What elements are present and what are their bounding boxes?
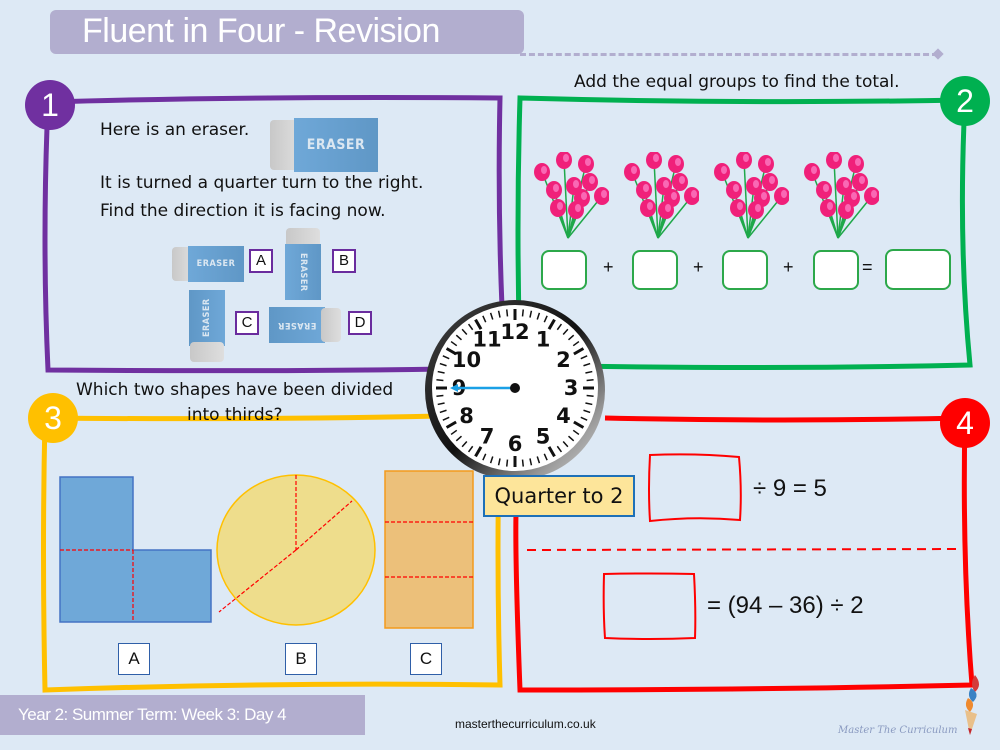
q4-answer-box-1[interactable] — [645, 450, 745, 525]
q3-prompt-line1: Which two shapes have been divided — [76, 380, 394, 400]
q4-equation-2: = (94 – 36) ÷ 2 — [707, 592, 864, 619]
q2-answer-box-4[interactable] — [813, 250, 859, 290]
clock-numeral: 6 — [508, 432, 523, 456]
clock-tick — [586, 394, 594, 398]
clock-tick — [521, 309, 525, 317]
question-3-badge: 3 — [28, 393, 78, 443]
flower-bouquet-icon — [624, 152, 699, 239]
time-label: Quarter to 2 — [483, 475, 635, 517]
q2-answer-box-1[interactable] — [541, 250, 587, 290]
clock-tick — [521, 459, 525, 467]
q2-answer-box-3[interactable] — [722, 250, 768, 290]
clock-tick — [436, 394, 444, 398]
flower-bouquet-icon — [804, 152, 879, 239]
shape-c-rectangle — [384, 470, 474, 629]
q1-line2: It is turned a quarter turn to the right… — [100, 173, 424, 193]
shape-b-label[interactable]: B — [285, 643, 317, 675]
shape-a-l-shape — [59, 476, 212, 623]
eraser-option-b[interactable]: ERASER — [285, 228, 321, 300]
clock-numeral: 12 — [500, 320, 529, 344]
q3-prompt-line2: into thirds? — [187, 405, 283, 425]
clock-numeral: 1 — [536, 328, 551, 352]
q1-line3: Find the direction it is facing now. — [100, 201, 386, 221]
option-d-label[interactable]: D — [348, 311, 372, 335]
shape-a-label[interactable]: A — [118, 643, 150, 675]
eraser-option-c[interactable]: ERASER — [189, 290, 225, 362]
pencil-logo-icon — [965, 675, 979, 735]
q2-answer-box-2[interactable] — [632, 250, 678, 290]
eraser-option-d[interactable]: ERASER — [269, 307, 341, 343]
question-1-badge: 1 — [25, 80, 75, 130]
q3-shapes — [59, 470, 474, 629]
website-link[interactable]: masterthecurriculum.co.uk — [455, 717, 596, 731]
clock-numeral: 3 — [564, 376, 579, 400]
q2-total-box[interactable] — [885, 249, 951, 290]
clock-numeral: 11 — [472, 328, 501, 352]
brand-name: Master The Curriculum — [838, 725, 958, 736]
q4-equation-1: ÷ 9 = 5 — [753, 475, 827, 502]
clock-tick — [436, 378, 444, 382]
clock-numeral: 2 — [556, 348, 571, 372]
q2-prompt: Add the equal groups to find the total. — [574, 72, 900, 92]
clock-numeral: 5 — [536, 424, 551, 448]
q4-divider — [526, 548, 961, 551]
shape-c-label[interactable]: C — [410, 643, 442, 675]
question-2-badge: 2 — [940, 76, 990, 126]
eraser-option-a[interactable]: ERASER — [172, 246, 244, 282]
q2-operator-2: + — [693, 257, 704, 277]
clock-tick — [505, 309, 509, 317]
q2-operator-4: = — [862, 257, 873, 277]
clock-numeral: 8 — [459, 404, 474, 428]
flower-bouquet-icon — [534, 152, 609, 239]
clock-numeral: 4 — [556, 404, 571, 428]
clock-center — [510, 383, 520, 393]
clock-tick — [505, 459, 509, 467]
clock-tick — [586, 378, 594, 382]
option-a-label[interactable]: A — [249, 249, 273, 273]
q2-operator-1: + — [603, 257, 614, 277]
option-c-label[interactable]: C — [235, 311, 259, 335]
clock-numeral: 10 — [452, 348, 481, 372]
q2-operator-3: + — [783, 257, 794, 277]
q1-line1: Here is an eraser. — [100, 120, 250, 140]
clock-numeral: 7 — [480, 424, 495, 448]
flower-bouquet-icon — [714, 152, 789, 239]
q4-answer-box-2[interactable] — [600, 570, 700, 645]
option-b-label[interactable]: B — [332, 249, 356, 273]
lesson-info: Year 2: Summer Term: Week 3: Day 4 — [18, 705, 287, 724]
analog-clock: 12 1234567891011 — [425, 300, 605, 478]
eraser-original: ERASER — [270, 118, 378, 172]
question-4-badge: 4 — [940, 398, 990, 448]
